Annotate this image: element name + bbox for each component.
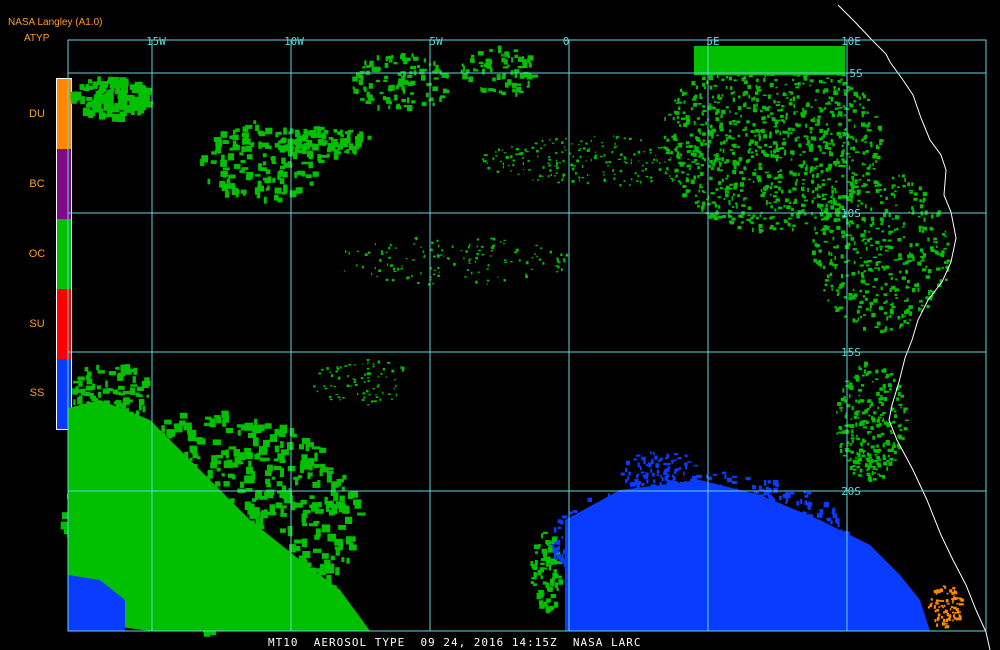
du-speckle-coast	[927, 585, 964, 629]
lon-label-5e: 5E	[706, 35, 719, 48]
aerosol-pixel-layer	[60, 45, 964, 637]
oc-cluster-center	[313, 359, 405, 406]
oc-cluster-5w	[352, 53, 450, 112]
footer-caption: MT10 AEROSOL TYPE 09 24, 2016 14:15Z NAS…	[268, 636, 642, 649]
lat-label-5s: 5S	[849, 67, 862, 80]
oc-band-mid	[344, 236, 569, 286]
oc-cluster-northwest	[70, 76, 154, 122]
aerosol-map: 15W 10W 5W 0 5E 10E 5S 10S 15S 20S	[60, 4, 991, 650]
lat-label-15s: 15S	[841, 346, 861, 359]
lon-label-10w: 10W	[284, 35, 304, 48]
lon-label-10e: 10E	[841, 35, 861, 48]
lon-label-0: 0	[563, 35, 570, 48]
lon-label-15w: 15W	[146, 35, 166, 48]
satellite-map-viewer: NASA Langley (A1.0) ATYP DU BC OC SU SS	[0, 0, 1000, 650]
oc-speckle-coast-10s	[811, 174, 951, 334]
lon-label-5w: 5W	[429, 35, 443, 48]
lat-label-10s: 10S	[841, 207, 861, 220]
lat-label-20s: 20S	[841, 485, 861, 498]
oc-cluster-north	[460, 45, 539, 97]
